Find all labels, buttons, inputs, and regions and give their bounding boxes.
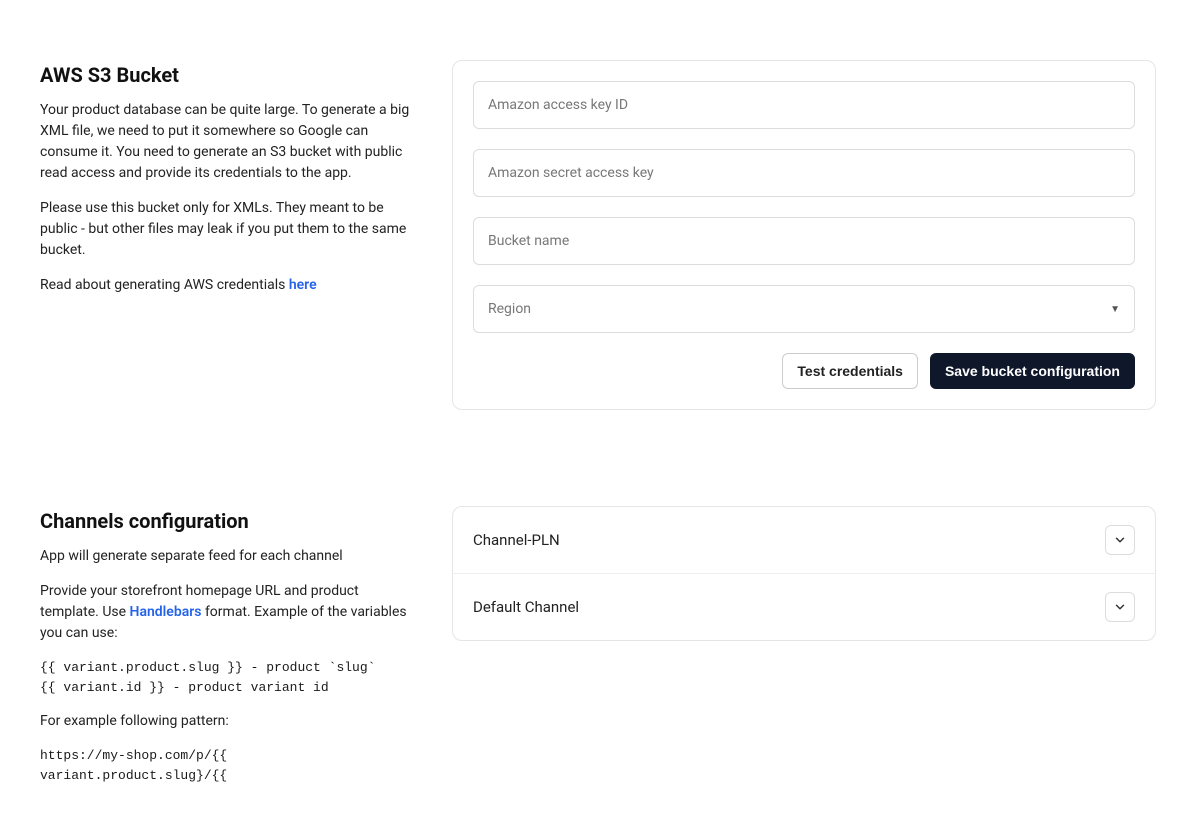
region-label: Region xyxy=(488,299,1110,320)
dropdown-arrow-icon: ▼ xyxy=(1110,302,1120,317)
save-bucket-button[interactable]: Save bucket configuration xyxy=(930,353,1135,389)
s3-desc-3-prefix: Read about generating AWS credentials xyxy=(40,277,289,293)
channels-left-column: Channels configuration App will generate… xyxy=(40,506,416,799)
s3-left-column: AWS S3 Bucket Your product database can … xyxy=(40,60,416,310)
code-var1: {{ variant.product.slug }} xyxy=(40,660,243,675)
bucket-name-field[interactable]: Bucket name xyxy=(473,217,1135,265)
s3-desc-2: Please use this bucket only for XMLs. Th… xyxy=(40,198,416,261)
code-var1-desc: - product `slug` xyxy=(243,660,376,675)
handlebars-link[interactable]: Handlebars xyxy=(130,604,202,620)
s3-section: AWS S3 Bucket Your product database can … xyxy=(40,60,1156,410)
code-var2: {{ variant.id }} xyxy=(40,680,165,695)
channel-name: Default Channel xyxy=(473,596,579,619)
channel-name: Channel-PLN xyxy=(473,529,560,552)
channels-desc-1: App will generate separate feed for each… xyxy=(40,546,416,567)
code-var2-desc: - product variant id xyxy=(165,680,329,695)
code-variables: {{ variant.product.slug }} - product `sl… xyxy=(40,658,416,697)
region-select[interactable]: Region ▼ xyxy=(473,285,1135,333)
access-key-field[interactable]: Amazon access key ID xyxy=(473,81,1135,129)
access-key-label: Amazon access key ID xyxy=(488,95,1120,116)
s3-desc-1: Your product database can be quite large… xyxy=(40,100,416,184)
s3-button-row: Test credentials Save bucket configurati… xyxy=(473,353,1135,389)
secret-key-field[interactable]: Amazon secret access key xyxy=(473,149,1135,197)
channels-card: Channel-PLN Default Channel xyxy=(452,506,1156,641)
expand-channel-button[interactable] xyxy=(1105,525,1135,555)
test-credentials-button[interactable]: Test credentials xyxy=(782,353,918,389)
secret-key-label: Amazon secret access key xyxy=(488,163,1120,184)
s3-form-card: Amazon access key ID Amazon secret acces… xyxy=(452,60,1156,410)
channels-desc-2: Provide your storefront homepage URL and… xyxy=(40,581,416,644)
s3-desc-3: Read about generating AWS credentials he… xyxy=(40,275,416,296)
channels-section: Channels configuration App will generate… xyxy=(40,506,1156,799)
expand-channel-button[interactable] xyxy=(1105,592,1135,622)
channels-title: Channels configuration xyxy=(40,506,416,536)
channel-row: Default Channel xyxy=(453,574,1155,640)
bucket-name-label: Bucket name xyxy=(488,231,1120,252)
aws-credentials-link[interactable]: here xyxy=(289,277,317,293)
s3-title: AWS S3 Bucket xyxy=(40,60,416,90)
channel-row: Channel-PLN xyxy=(453,507,1155,574)
chevron-down-icon xyxy=(1113,600,1127,614)
chevron-down-icon xyxy=(1113,533,1127,547)
example-code: https://my-shop.com/p/{{ variant.product… xyxy=(40,746,416,785)
